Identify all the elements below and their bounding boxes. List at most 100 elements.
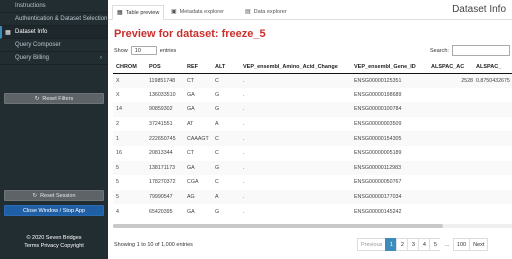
footer-link-terms[interactable]: Terms xyxy=(24,243,39,249)
search-control: Search: xyxy=(430,45,510,56)
table-cell: GA xyxy=(184,102,212,117)
tab-data-explorer[interactable]: ▤ Data explorer xyxy=(241,5,291,18)
table-cell: 5 xyxy=(113,175,146,190)
next-button[interactable]: Next xyxy=(469,238,489,251)
table-cell: AT xyxy=(184,116,212,132)
tab-metadata-explorer[interactable]: ▣ Metadata explorer xyxy=(167,5,228,18)
table-cell xyxy=(428,175,473,190)
table-cell: . xyxy=(240,204,351,219)
close-window-button[interactable]: Close Window / Stop App xyxy=(4,205,104,216)
column-header[interactable]: ALT xyxy=(212,61,240,74)
table-cell: ENSG00000003509 xyxy=(351,116,428,132)
table-row[interactable]: 5 138171173 GA G. ENSG00000112983 xyxy=(113,160,512,176)
table-cell: 65420395 xyxy=(146,204,184,219)
sidebar-item-dataset-info[interactable]: ▦ Dataset Info xyxy=(0,26,108,39)
table-row[interactable]: X 136033510 GA G. ENSG00000198689 xyxy=(113,87,512,103)
entries-select[interactable]: 10 xyxy=(130,46,157,55)
table-cell: 14 xyxy=(113,102,146,117)
tab-label: Table preview xyxy=(125,9,160,16)
table-cell xyxy=(473,102,512,117)
chevron-left-icon: ‹ xyxy=(100,55,102,61)
table-cell xyxy=(428,102,473,117)
sidebar-item-label: Dataset Info xyxy=(15,29,48,35)
table-row[interactable]: 14 90859302 GA G. ENSG00000100784 xyxy=(113,102,512,117)
table-cell: 222650745 xyxy=(146,131,184,146)
footer-link-copyright[interactable]: Copyright xyxy=(60,243,84,249)
table-cell: ENSG00000005189 xyxy=(351,145,428,161)
page-button[interactable]: 100 xyxy=(452,238,471,251)
table-cell: CT xyxy=(184,145,212,161)
sidebar-item-authentication[interactable]: Authentication & Dataset Selection xyxy=(0,13,108,26)
table-cell: C xyxy=(212,73,240,88)
table-cell: CGA xyxy=(184,175,212,190)
footer-link-privacy[interactable]: Privacy xyxy=(41,243,59,249)
table-info: Showing 1 to 10 of 1,000 entries xyxy=(114,242,193,248)
table-cell xyxy=(473,175,512,190)
sidebar-item-query-composer[interactable]: Query Composer xyxy=(0,39,108,52)
table-cell: X xyxy=(113,73,146,88)
reset-filters-label: Reset Filters xyxy=(42,95,74,102)
table-cell: . xyxy=(240,73,351,88)
column-header[interactable]: VEP_ensembl_Gene_ID xyxy=(351,61,428,74)
table-row[interactable]: 5 79990547 AG A. ENSG00000177034 xyxy=(113,189,512,205)
sidebar-item-instructions[interactable]: Instructions xyxy=(0,0,108,13)
previous-button[interactable]: Previous xyxy=(357,238,387,251)
column-header[interactable]: ALSPAC_ xyxy=(473,61,512,74)
reset-session-button[interactable]: ↻ Reset Session xyxy=(4,190,104,201)
pagination: Previous 1 2 3 4 5… 100 Next xyxy=(357,238,489,251)
column-header[interactable]: ALSPAC_AC xyxy=(428,61,473,74)
preview-title: Preview for dataset: freeze_5 xyxy=(114,28,266,40)
table-cell: 136033510 xyxy=(146,87,184,103)
table-cell: 37241551 xyxy=(146,116,184,132)
table-cell: . xyxy=(240,160,351,176)
table-cell: CAAAGT xyxy=(184,131,212,146)
table-cell: . xyxy=(240,175,351,190)
table-icon: ▦ xyxy=(117,10,123,16)
length-control: Show 10 entries xyxy=(114,46,176,55)
table-cell: GA xyxy=(184,87,212,103)
data-icon: ▤ xyxy=(245,9,251,15)
table-cell: . xyxy=(240,116,351,132)
table-cell: 79990547 xyxy=(146,189,184,205)
tab-label: Data explorer xyxy=(253,8,287,15)
table-cell: GA xyxy=(184,160,212,176)
table-cell: 4 xyxy=(113,204,146,219)
tab-table-preview[interactable]: ▦ Table preview xyxy=(112,5,165,20)
sidebar: Instructions Authentication & Dataset Sel… xyxy=(0,0,108,259)
table-cell xyxy=(428,189,473,205)
sidebar-item-label: Instructions xyxy=(15,3,46,9)
table-cell xyxy=(428,131,473,146)
table-row[interactable]: 1 222650745 CAAAGT C. ENSG00000154305 xyxy=(113,131,512,146)
table-cell xyxy=(428,145,473,161)
table-cell: ENSG00000198689 xyxy=(351,87,428,103)
table-row[interactable]: 4 65420395 GA G. ENSG00000145242 xyxy=(113,204,512,219)
table-cell xyxy=(473,204,512,219)
column-header[interactable]: POS xyxy=(146,61,184,74)
column-header[interactable]: CHROM xyxy=(113,61,146,74)
column-header[interactable]: REF xyxy=(184,61,212,74)
table-header-row: CHROM POS REF ALT VEP_ensembl_Amino_Acid_Cha… xyxy=(113,61,512,74)
reset-filters-button[interactable]: ↻ Reset Filters xyxy=(4,93,104,104)
sidebar-item-query-billing[interactable]: Query Billing ‹ xyxy=(0,52,108,65)
pagination-ellipsis: … xyxy=(440,238,454,251)
table-cell: 20813344 xyxy=(146,145,184,161)
table-row[interactable]: X 119851748 CT C. ENSG00000125351 2528 0.87504… xyxy=(113,73,512,88)
table-row[interactable]: 16 20813344 CT C. ENSG00000005189 xyxy=(113,145,512,161)
table-cell xyxy=(473,131,512,146)
reset-session-label: Reset Session xyxy=(40,192,76,199)
table-cell: ENSG00000154305 xyxy=(351,131,428,146)
search-input[interactable] xyxy=(451,45,510,56)
table-cell: 2528 xyxy=(428,73,473,88)
table-cell: . xyxy=(240,87,351,103)
footer-links: Terms Privacy Copyright xyxy=(0,243,108,249)
table-row[interactable]: 2 37241551 AT A. ENSG00000003509 xyxy=(113,116,512,132)
table-cell: C xyxy=(212,175,240,190)
column-header[interactable]: VEP_ensembl_Amino_Acid_Change xyxy=(240,61,351,74)
table-row[interactable]: 5 178270372 CGA C. ENSG00000050767 xyxy=(113,175,512,190)
table-cell: 5 xyxy=(113,189,146,205)
table-cell: . xyxy=(240,145,351,161)
scrollbar-thumb[interactable] xyxy=(113,224,443,228)
table-cell: 0.8750432675 xyxy=(473,73,512,88)
table-cell: 2 xyxy=(113,116,146,132)
table-cell xyxy=(473,87,512,103)
